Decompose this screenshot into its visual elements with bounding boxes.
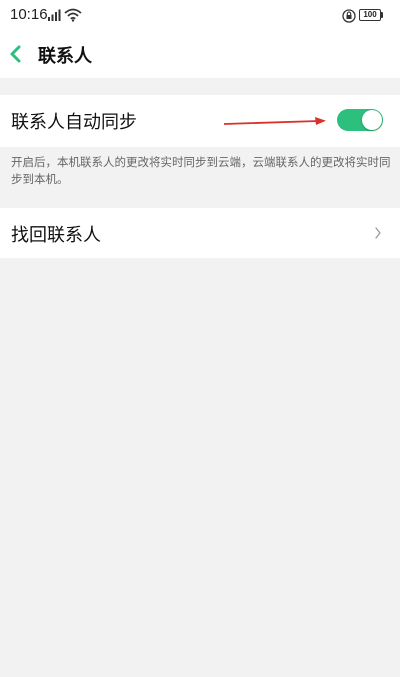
lock-icon xyxy=(342,9,356,23)
retrieve-contacts-label: 找回联系人 xyxy=(11,225,101,246)
chevron-right-icon xyxy=(375,227,381,239)
red-arrow-icon xyxy=(223,117,326,125)
signal-icon xyxy=(48,9,61,21)
auto-sync-row: 联系人自动同步 xyxy=(0,95,400,147)
battery-icon: 100 xyxy=(359,9,381,21)
wifi-icon xyxy=(64,8,82,22)
battery-tip xyxy=(381,12,383,18)
auto-sync-label: 联系人自动同步 xyxy=(11,112,137,133)
header: 联系人 xyxy=(0,32,400,78)
auto-sync-toggle[interactable] xyxy=(337,109,383,131)
retrieve-contacts-row[interactable]: 找回联系人 xyxy=(0,208,400,258)
toggle-knob xyxy=(362,110,382,130)
status-bar: 10:16 100 xyxy=(0,0,400,32)
status-time: 10:16 xyxy=(10,6,48,23)
chevron-left-icon xyxy=(10,45,21,63)
back-button[interactable] xyxy=(4,38,30,70)
auto-sync-description: 开启后，本机联系人的更改将实时同步到云端，云端联系人的更改将实时同步到本机。 xyxy=(11,155,391,186)
page-title: 联系人 xyxy=(38,46,92,67)
